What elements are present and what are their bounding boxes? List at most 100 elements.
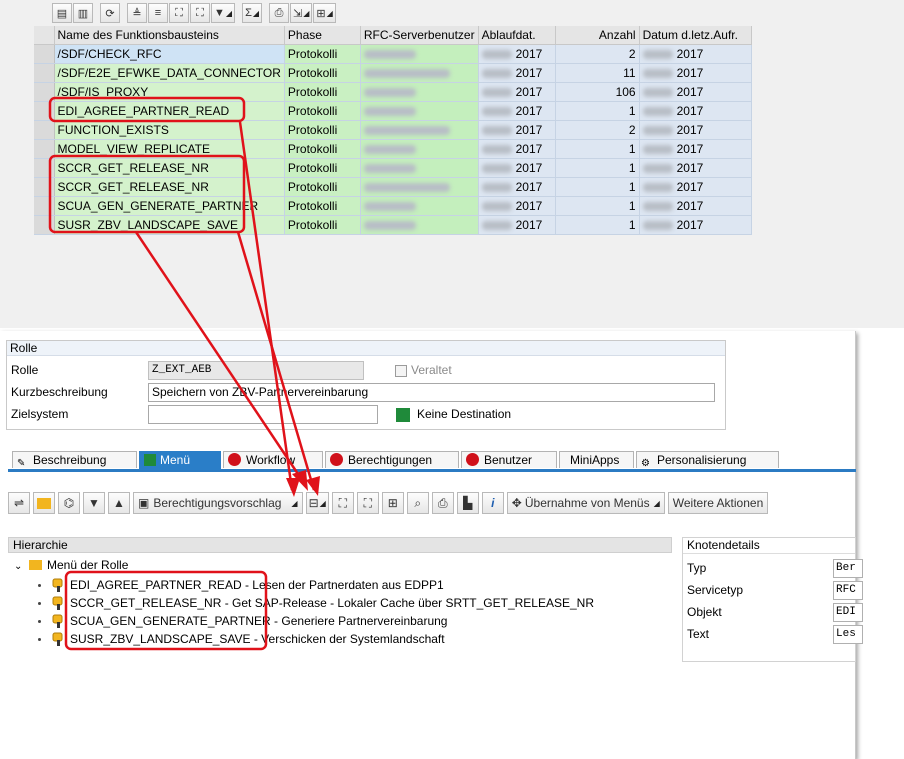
cell-last-call-date: 2017 [639,63,752,83]
table-row[interactable]: SCUA_GEN_GENERATE_PARTNER Protokolli 2017 1… [34,196,752,216]
tab-berechtigungen[interactable]: Berechtigungen [325,451,459,468]
table-row[interactable]: MODEL_VIEW_REPLICATE Protokolli 2017 1 2017 [34,139,752,159]
cell-last-call-date: 2017 [639,139,752,159]
node-detail-label: Text [687,627,710,641]
tree-item[interactable]: SCCR_GET_RELEASE_NR - Get SAP-Release - … [70,594,594,612]
tab-benutzer[interactable]: Benutzer [461,451,557,468]
find-next-icon[interactable]: ⛶ [356,492,379,514]
table-row[interactable]: FUNCTION_EXISTS Protokolli 2017 2 2017 [34,120,752,140]
tree-item[interactable]: SUSR_ZBV_LANDSCAPE_SAVE - Verschicken de… [70,630,445,648]
more-actions-button[interactable]: Weitere Aktionen [667,492,769,514]
take-menus-label: Übernahme von Menüs [524,496,650,510]
cell-last-call-date: 2017 [639,120,752,140]
cell-function-name: MODEL_VIEW_REPLICATE [54,139,285,159]
year-text: 2017 [676,217,704,232]
tab-workflow[interactable]: Workflow [223,451,323,468]
col-header-name[interactable]: Name des Funktionsbausteins [54,26,285,45]
print-icon[interactable]: ⎙ [431,492,454,514]
info-icon[interactable]: i [481,492,504,514]
details-icon[interactable]: ▤ [52,3,72,23]
find-next-icon[interactable]: ⛶ [190,3,210,23]
table-row[interactable]: /SDF/E2E_EFWKE_DATA_CONNECTOR Protokolli 2… [34,63,752,83]
col-header-expiry[interactable]: Ablaufdat. [478,26,556,45]
redacted-value [642,220,673,230]
tab-label: Workflow [246,453,296,467]
col-header-rfc-user[interactable]: RFC-Serverbenutzer [360,26,479,45]
row-selector[interactable] [34,177,55,197]
cell-phase: Protokolli [284,158,361,178]
table-row[interactable]: EDI_AGREE_PARTNER_READ Protokolli 2017 1 201… [34,101,752,121]
tree-item[interactable]: SCUA_GEN_GENERATE_PARTNER - Generiere Pa… [70,612,447,630]
cell-expiry-date: 2017 [478,63,556,83]
print-icon[interactable]: ⎙ [269,3,290,23]
find-icon[interactable]: ⛶ [331,492,354,514]
year-text: 2017 [676,84,704,99]
function-module-icon [52,632,65,646]
node-details-panel: Knotendetails Typ Ber Servicetyp RFC Objekt E… [682,537,863,662]
cell-function-name: EDI_AGREE_PARTNER_READ [54,101,285,121]
row-selector[interactable] [34,196,55,216]
target-system-label: Zielsystem [11,407,69,421]
choose-detail-icon[interactable]: ▥ [73,3,93,23]
col-header-count[interactable]: Anzahl [555,26,640,45]
tree-item[interactable]: EDI_AGREE_PARTNER_READ - Lesen der Partn… [70,576,444,594]
filter-icon[interactable]: ▼ ◢ [211,3,236,23]
folder-icon[interactable] [33,492,55,514]
cell-expiry-date: 2017 [478,158,556,178]
short-description-field[interactable]: Speichern von ZBV-Partnervereinbarung [148,383,715,402]
find-icon[interactable]: ⛶ [169,3,189,23]
row-selector[interactable] [34,120,55,140]
delete-node-icon[interactable]: ⊟ ◢ [305,492,329,514]
row-selector[interactable] [34,139,55,159]
redacted-value [363,106,416,116]
redacted-value [363,220,416,230]
take-menus-icon: ✥ [511,496,522,510]
tab-miniapps[interactable]: MiniApps [559,451,634,468]
tab-beschreibung[interactable]: ✎ Beschreibung [12,451,137,469]
row-selector-header[interactable] [34,26,55,45]
row-selector[interactable] [34,63,55,83]
sum-icon[interactable]: Σ ◢ [242,3,263,23]
row-selector[interactable] [34,101,55,121]
target-system-field[interactable] [148,405,378,424]
sort-ascending-icon[interactable]: ≜ [127,3,147,23]
redacted-value [481,144,512,154]
year-text: 2017 [515,179,543,194]
authorization-proposal-button[interactable]: ▣ Berechtigungsvorschlag ◢ [133,492,303,514]
alv-header-row: Name des Funktionsbausteins Phase RFC-Se… [34,26,752,45]
expand-chevron-icon[interactable]: ⌄ [14,558,26,576]
table-row[interactable]: SCCR_GET_RELEASE_NR Protokolli 2017 1 2017 [34,158,752,178]
tab-personalisierung[interactable]: ⚙ Personalisierung [636,451,779,469]
col-header-phase[interactable]: Phase [284,26,361,45]
layout-icon[interactable]: ▙ [456,492,479,514]
change-node-icon[interactable]: ⌬ [58,492,80,514]
col-header-last-call[interactable]: Datum d.letz.Aufr. [639,26,752,45]
tree-bullet [38,584,41,587]
obsolete-checkbox[interactable] [395,365,407,377]
expand-icon[interactable]: ⊞ [381,492,404,514]
transaction-icon[interactable]: ⇌ [8,492,30,514]
row-selector[interactable] [34,82,55,102]
tree-root[interactable]: ⌄ Menü der Rolle [14,556,128,574]
node-detail-field: Les [833,625,863,644]
move-up-icon[interactable]: ▲ [108,492,130,514]
zoom-icon[interactable]: ⌕ [406,492,429,514]
table-row[interactable]: SCCR_GET_RELEASE_NR Protokolli 2017 1 2017 [34,177,752,197]
menu-toolbar: ⇌ ⌬ ▼ ▲ ▣ Berechtigungsvorschlag ◢ ⊟ ◢ ⛶ ⛶ … [8,491,769,515]
row-selector[interactable] [34,215,55,235]
export-icon[interactable]: ⇲ ◢ [290,3,313,23]
tab-menue[interactable]: Menü [139,451,221,470]
take-menus-button[interactable]: ✥ Übernahme von Menüs ◢ [506,492,665,514]
redacted-value [363,182,450,192]
table-row[interactable]: /SDF/CHECK_RFC Protokolli 2017 2 2017 [34,44,752,64]
sort-descending-icon[interactable]: ≡ [148,3,168,23]
year-text: 2017 [515,103,543,118]
move-down-icon[interactable]: ▼ [83,492,105,514]
row-selector[interactable] [34,44,55,64]
table-row[interactable]: /SDF/IS_PROXY Protokolli 2017 106 2017 [34,82,752,102]
refresh-icon[interactable]: ⟳ [100,3,120,23]
row-selector[interactable] [34,158,55,178]
table-row[interactable]: SUSR_ZBV_LANDSCAPE_SAVE Protokolli 2017 1 20… [34,215,752,235]
red-status-icon [466,453,479,466]
layout-icon[interactable]: ⊞ ◢ [313,3,336,23]
